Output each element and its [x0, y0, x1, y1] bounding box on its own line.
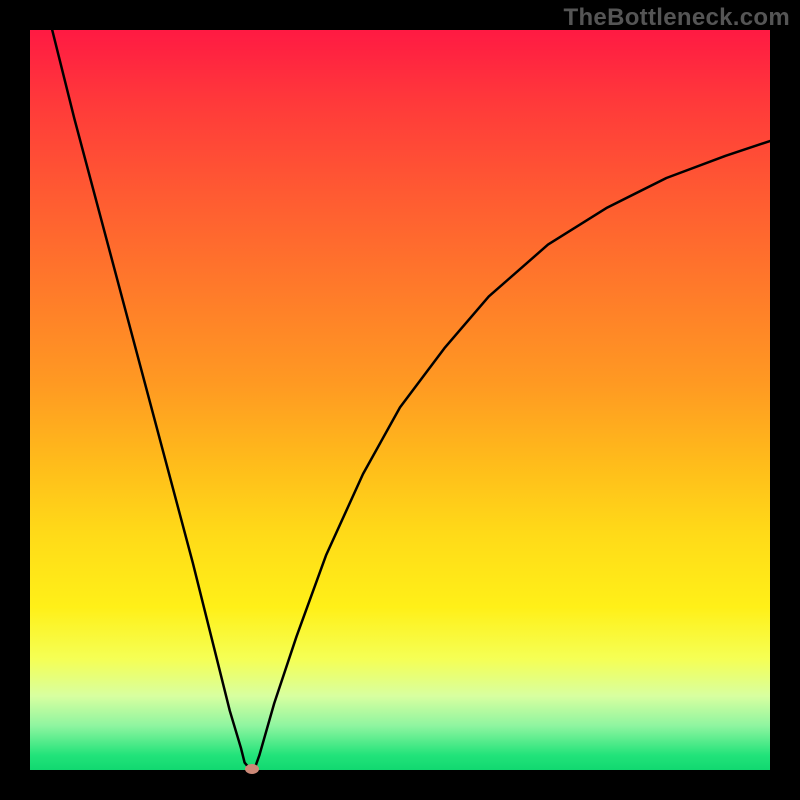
chart-frame: TheBottleneck.com	[0, 0, 800, 800]
watermark-text: TheBottleneck.com	[564, 4, 790, 32]
minimum-marker	[245, 764, 259, 774]
gradient-background	[30, 30, 770, 770]
plot-area	[30, 30, 770, 770]
